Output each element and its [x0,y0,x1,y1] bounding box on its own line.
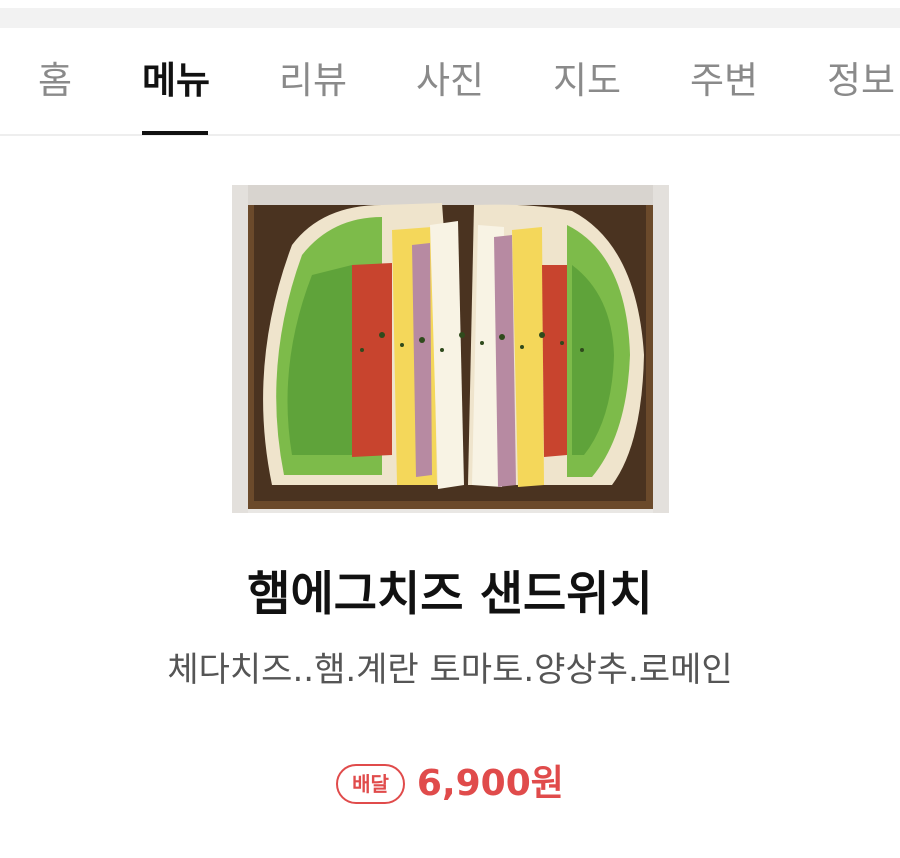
tab-map[interactable]: 지도 [553,58,621,104]
tab-photos[interactable]: 사진 [416,58,484,104]
tab-nearby[interactable]: 주변 [690,58,758,104]
tab-info[interactable]: 정보 [827,58,895,104]
tab-menu[interactable]: 메뉴 [142,58,210,104]
price-row: 배달 6,900원 [0,758,900,810]
tab-bar: 홈 메뉴 리뷰 사진 지도 주변 정보 [0,28,900,136]
delivery-badge: 배달 [336,764,405,804]
menu-item-description: 체다치즈..햄.계란 토마토.양상추.로메인 [167,650,733,690]
top-strip-edge [0,0,900,8]
menu-item-photo[interactable] [232,185,669,513]
active-tab-indicator [142,131,208,135]
menu-item-price: 6,900원 [416,763,564,804]
tab-reviews[interactable]: 리뷰 [279,58,347,104]
tab-home[interactable]: 홈 [38,58,72,104]
menu-item-name: 햄에그치즈 샌드위치 [247,567,653,622]
